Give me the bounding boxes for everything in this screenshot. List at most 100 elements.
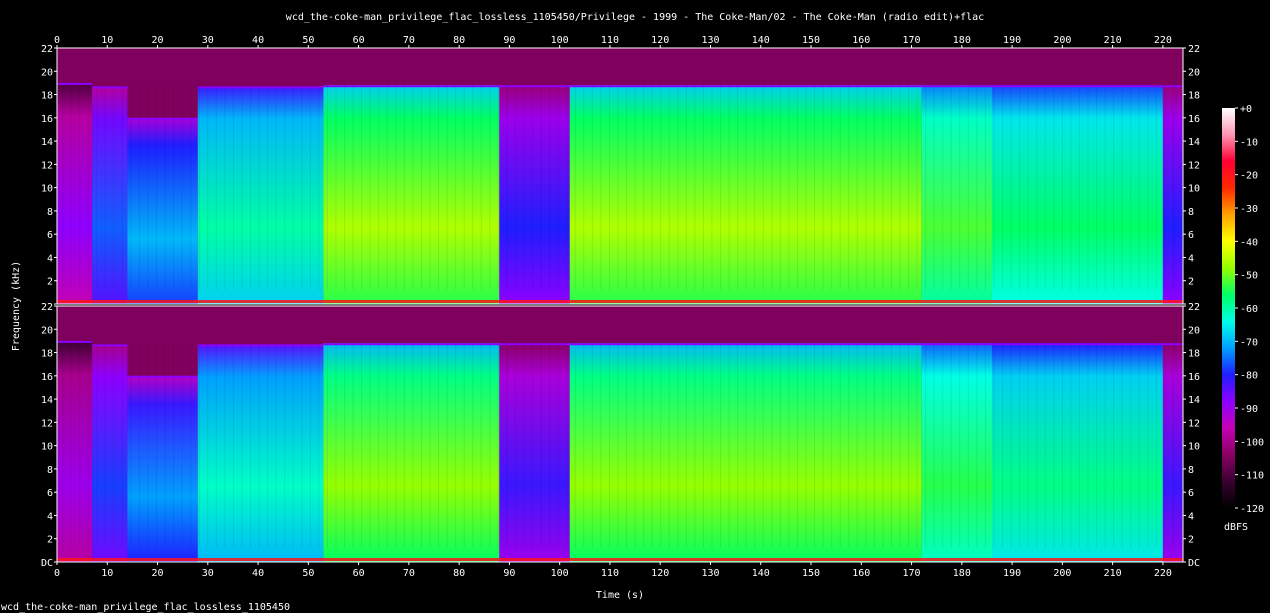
texture-streak xyxy=(796,342,798,548)
texture-streak xyxy=(156,84,158,290)
colorbar-tick-label: -80 xyxy=(1240,371,1258,382)
texture-streak xyxy=(1130,342,1132,548)
texture-streak xyxy=(284,342,286,548)
texture-streak xyxy=(865,342,867,548)
texture-streak xyxy=(455,84,457,290)
texture-streak xyxy=(668,84,670,290)
x-tick-label-bottom: 10 xyxy=(101,568,113,579)
x-tick-label-top: 20 xyxy=(152,35,164,46)
texture-streak xyxy=(344,84,346,290)
texture-streak xyxy=(489,84,491,290)
texture-streak xyxy=(1002,342,1004,548)
texture-streak xyxy=(984,84,986,290)
texture-streak xyxy=(745,84,747,290)
x-tick-label-bottom: 130 xyxy=(701,568,719,579)
x-tick-label-bottom: 100 xyxy=(551,568,569,579)
x-tick-label-bottom: 160 xyxy=(852,568,870,579)
texture-streak xyxy=(942,342,944,548)
texture-streak xyxy=(865,84,867,290)
x-tick-label-top: 0 xyxy=(54,35,60,46)
texture-streak xyxy=(711,84,713,290)
texture-streak xyxy=(258,342,260,548)
texture-streak xyxy=(190,342,192,548)
cutoff-edge xyxy=(127,117,198,120)
texture-streak xyxy=(788,342,790,548)
y-tick-label-left: 12 xyxy=(41,418,53,429)
texture-streak xyxy=(617,84,619,290)
texture-streak xyxy=(301,84,303,290)
texture-streak xyxy=(113,84,115,290)
x-tick-label-bottom: 120 xyxy=(651,568,669,579)
texture-streak xyxy=(856,84,858,290)
texture-streak xyxy=(361,342,363,548)
y-tick-label-right: 2 xyxy=(1188,535,1194,546)
spectrogram-segment xyxy=(921,343,992,562)
colorbar-tick-label: -110 xyxy=(1240,471,1264,482)
texture-streak xyxy=(583,84,585,290)
texture-streak xyxy=(412,342,414,548)
texture-streak xyxy=(720,342,722,548)
x-tick-label-top: 90 xyxy=(503,35,515,46)
y-tick-label-left: 4 xyxy=(47,253,53,264)
texture-streak xyxy=(87,84,89,290)
texture-streak xyxy=(566,84,568,290)
texture-streak xyxy=(771,342,773,548)
colorbar-tick-label: -10 xyxy=(1240,137,1258,148)
texture-streak xyxy=(1044,84,1046,290)
x-tick-label-top: 220 xyxy=(1154,35,1172,46)
spectrogram-segment xyxy=(127,117,198,305)
texture-streak xyxy=(472,342,474,548)
x-tick-label-top: 180 xyxy=(953,35,971,46)
texture-streak xyxy=(1138,84,1140,290)
texture-streak xyxy=(258,84,260,290)
texture-streak xyxy=(241,342,243,548)
x-tick-label-bottom: 40 xyxy=(252,568,264,579)
texture-streak xyxy=(1096,84,1098,290)
y-tick-label-right: 16 xyxy=(1188,114,1200,125)
texture-streak xyxy=(762,84,764,290)
texture-streak xyxy=(916,342,918,548)
texture-streak xyxy=(1036,342,1038,548)
texture-streak xyxy=(386,84,388,290)
texture-streak xyxy=(138,342,140,548)
texture-streak xyxy=(890,84,892,290)
texture-streak xyxy=(1104,342,1106,548)
spectrogram-segment xyxy=(499,85,570,305)
texture-streak xyxy=(967,342,969,548)
x-tick-label-bottom: 60 xyxy=(353,568,365,579)
y-tick-label-left: 20 xyxy=(41,67,53,78)
texture-streak xyxy=(506,84,508,290)
y-tick-label-left: 8 xyxy=(47,207,53,218)
y-tick-label-right: 8 xyxy=(1188,465,1194,476)
texture-streak xyxy=(771,84,773,290)
colorbar-label: dBFS xyxy=(1224,522,1248,533)
texture-streak xyxy=(1172,84,1174,290)
texture-streak xyxy=(96,342,98,548)
texture-streak xyxy=(984,342,986,548)
texture-streak xyxy=(634,342,636,548)
texture-streak xyxy=(796,84,798,290)
y-tick-label-right: 20 xyxy=(1188,67,1200,78)
texture-streak xyxy=(1019,342,1021,548)
texture-streak xyxy=(856,342,858,548)
texture-streak xyxy=(540,84,542,290)
texture-streak xyxy=(668,342,670,548)
texture-streak xyxy=(557,84,559,290)
x-tick-label-bottom: 220 xyxy=(1154,568,1172,579)
texture-streak xyxy=(292,84,294,290)
y-tick-label-left: 16 xyxy=(41,372,53,383)
texture-streak xyxy=(1053,342,1055,548)
texture-streak xyxy=(250,84,252,290)
y-tick-label-left: 6 xyxy=(47,230,53,241)
texture-streak xyxy=(446,84,448,290)
texture-streak xyxy=(1036,84,1038,290)
texture-streak xyxy=(873,84,875,290)
texture-streak xyxy=(523,342,525,548)
y-tick-label-left: 18 xyxy=(41,349,53,360)
x-tick-label-top: 200 xyxy=(1053,35,1071,46)
texture-streak xyxy=(275,84,277,290)
texture-streak xyxy=(1130,84,1132,290)
texture-streak xyxy=(822,342,824,548)
texture-streak xyxy=(728,342,730,548)
y-tick-label-right: 22 xyxy=(1188,44,1200,55)
